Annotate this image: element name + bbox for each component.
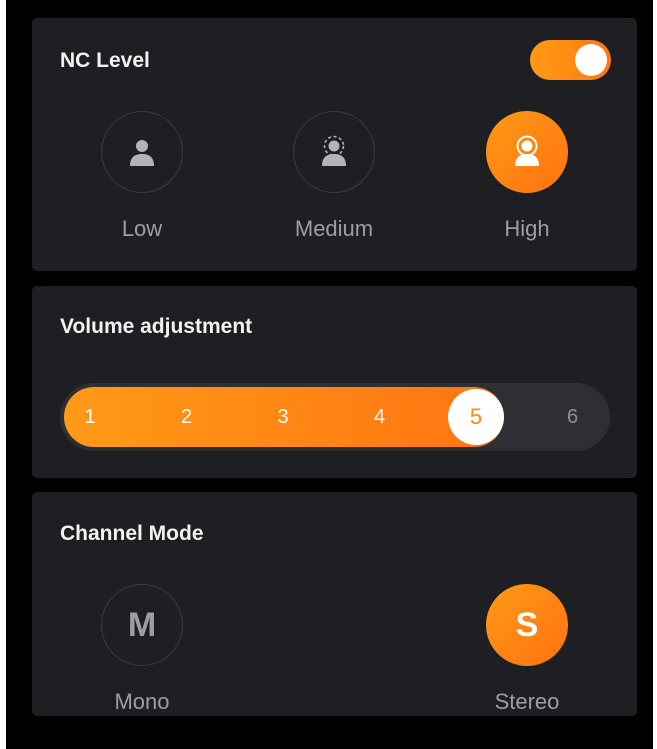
stereo-letter: S bbox=[515, 605, 539, 644]
nc-level-card: NC Level Low Medium High bbox=[32, 18, 637, 271]
app-screen: NC Level Low Medium High Volume adjustme… bbox=[0, 0, 657, 749]
nc-high-circle[interactable] bbox=[486, 111, 568, 193]
nc-level-title: NC Level bbox=[60, 49, 150, 72]
nc-low-label: Low bbox=[121, 216, 163, 241]
volume-step-2[interactable]: 2 bbox=[167, 383, 207, 451]
person-medium-icon bbox=[322, 135, 346, 166]
volume-slider-thumb[interactable]: 5 bbox=[448, 389, 504, 445]
stereo-circle[interactable]: S bbox=[486, 584, 568, 666]
mono-circle[interactable]: M bbox=[101, 584, 183, 666]
nc-option-low[interactable]: Low bbox=[72, 111, 212, 242]
nc-level-toggle[interactable] bbox=[530, 40, 611, 80]
channel-option-stereo[interactable]: S Stereo bbox=[457, 584, 597, 715]
volume-card: Volume adjustment 123456 bbox=[32, 286, 637, 478]
toggle-knob bbox=[575, 44, 607, 76]
nc-option-high[interactable]: High bbox=[457, 111, 597, 242]
volume-slider[interactable]: 123456 bbox=[60, 383, 610, 451]
screen-edge-right bbox=[653, 0, 657, 749]
channel-option-mono[interactable]: M Mono bbox=[72, 584, 212, 715]
nc-medium-circle[interactable] bbox=[293, 111, 375, 193]
screen-edge-left bbox=[0, 0, 6, 749]
volume-step-6[interactable]: 6 bbox=[553, 383, 593, 451]
stereo-label: Stereo bbox=[494, 689, 560, 714]
nc-medium-label: Medium bbox=[294, 216, 374, 241]
nc-low-circle[interactable] bbox=[101, 111, 183, 193]
volume-title: Volume adjustment bbox=[60, 315, 253, 338]
person-low-icon bbox=[130, 140, 154, 166]
mono-letter: M bbox=[127, 605, 157, 644]
volume-step-1[interactable]: 1 bbox=[70, 383, 110, 451]
volume-step-4[interactable]: 4 bbox=[360, 383, 400, 451]
nc-high-label: High bbox=[504, 216, 550, 241]
volume-step-3[interactable]: 3 bbox=[263, 383, 303, 451]
channel-mode-title: Channel Mode bbox=[60, 522, 204, 545]
nc-option-medium[interactable]: Medium bbox=[264, 111, 404, 242]
channel-mode-card: Channel Mode M Mono S Stereo bbox=[32, 492, 637, 716]
mono-label: Mono bbox=[114, 689, 170, 714]
person-high-icon bbox=[515, 135, 539, 166]
